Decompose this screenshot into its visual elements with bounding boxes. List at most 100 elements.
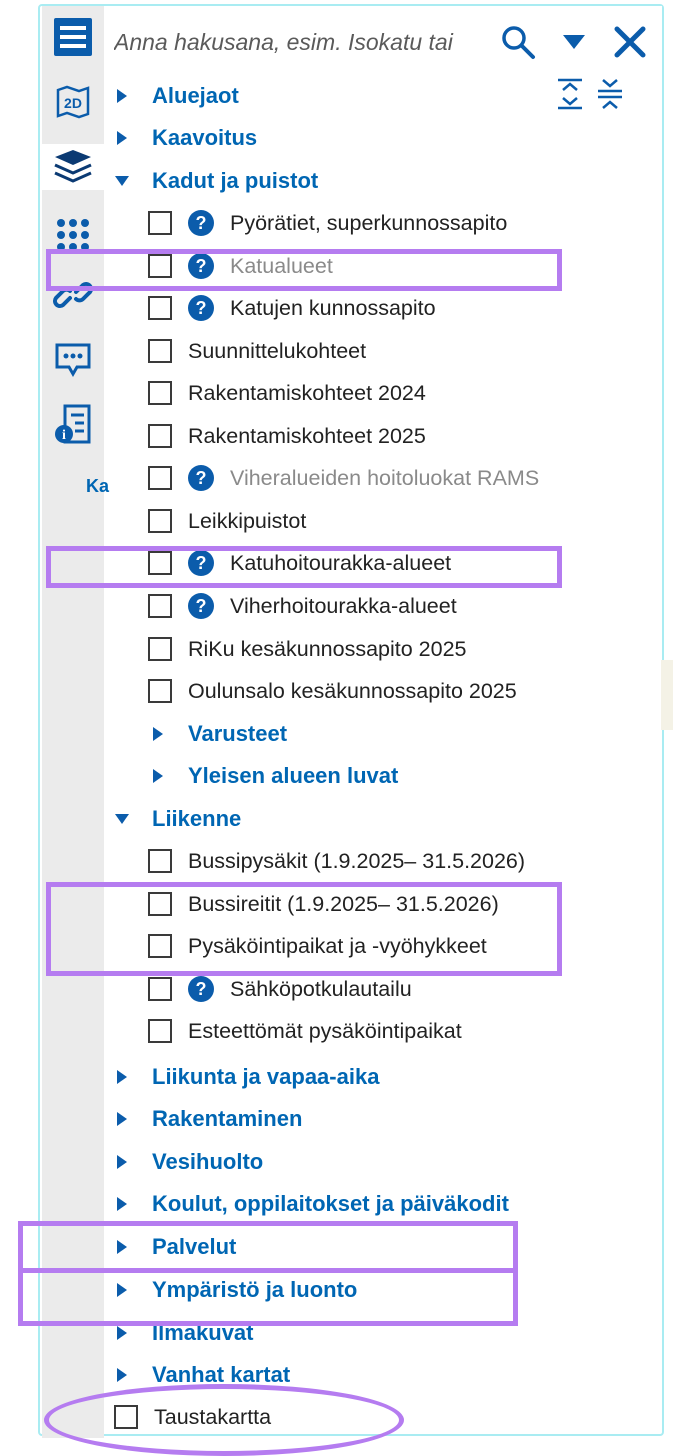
layer-checkbox[interactable] xyxy=(148,849,172,873)
layer-item[interactable]: Rakentamiskohteet 2024 xyxy=(148,375,426,411)
layer-label: Rakentamiskohteet 2024 xyxy=(188,380,426,405)
category-kadut-ja-puistot[interactable]: Kadut ja puistot xyxy=(112,163,318,199)
layer-label: Katualueet xyxy=(230,253,333,278)
caret-right-icon xyxy=(112,128,132,148)
category-ilmakuvat[interactable]: Ilmakuvat xyxy=(112,1315,254,1351)
collapse-all-icon xyxy=(598,79,622,109)
layer-item[interactable]: Esteettömät pysäköintipaikat xyxy=(148,1013,462,1049)
category-ymparisto[interactable]: Ympäristö ja luonto xyxy=(112,1272,357,1308)
layer-label: Rakentamiskohteet 2025 xyxy=(188,423,426,448)
layer-item[interactable]: ? Viherhoitourakka-alueet xyxy=(148,588,457,624)
info-button[interactable]: i xyxy=(42,402,104,448)
layer-label: Bussireitit (1.9.2025– 31.5.2026) xyxy=(188,891,499,916)
layer-item[interactable]: ? Viheralueiden hoitoluokat RAMS xyxy=(148,460,539,496)
close-icon xyxy=(614,26,646,58)
category-label: Rakentaminen xyxy=(152,1106,303,1131)
help-icon[interactable]: ? xyxy=(188,465,214,491)
layer-checkbox[interactable] xyxy=(148,934,172,958)
layer-checkbox[interactable] xyxy=(148,679,172,703)
help-icon[interactable]: ? xyxy=(188,253,214,279)
layer-label: Leikkipuistot xyxy=(188,508,307,533)
layer-item[interactable]: Rakentamiskohteet 2025 xyxy=(148,418,426,454)
layer-checkbox[interactable] xyxy=(148,211,172,235)
help-icon[interactable]: ? xyxy=(188,593,214,619)
category-koulut[interactable]: Koulut, oppilaitokset ja päiväkodit xyxy=(112,1186,509,1222)
layer-checkbox[interactable] xyxy=(148,551,172,575)
search-button[interactable] xyxy=(498,22,538,62)
layer-item[interactable]: RiKu kesäkunnossapito 2025 xyxy=(148,631,467,667)
layer-label: Sähköpotkulautailu xyxy=(230,976,412,1001)
layer-checkbox[interactable] xyxy=(148,637,172,661)
layer-label: Viherhoitourakka-alueet xyxy=(230,593,457,618)
help-icon[interactable]: ? xyxy=(188,210,214,236)
layer-checkbox[interactable] xyxy=(148,594,172,618)
layer-label: Esteettömät pysäköintipaikat xyxy=(188,1018,462,1043)
map-2d-button[interactable]: 2D xyxy=(42,78,104,124)
category-liikunta[interactable]: Liikunta ja vapaa-aika xyxy=(112,1059,379,1095)
help-icon[interactable]: ? xyxy=(188,550,214,576)
layer-item[interactable]: ? Sähköpotkulautailu xyxy=(148,971,412,1007)
layers-button[interactable] xyxy=(42,144,104,190)
tools-button[interactable] xyxy=(42,212,104,258)
category-vesihuolto[interactable]: Vesihuolto xyxy=(112,1144,263,1180)
subcategory-varusteet[interactable]: Varusteet xyxy=(148,716,287,752)
layer-item[interactable]: ? Katualueet xyxy=(148,248,333,284)
layer-item[interactable]: ? Pyörätiet, superkunnossapito xyxy=(148,205,507,241)
category-label: Kaavoitus xyxy=(152,125,258,150)
category-label: Vanhat kartat xyxy=(152,1362,291,1387)
category-vanhat-kartat[interactable]: Vanhat kartat xyxy=(112,1357,290,1393)
layer-label: Taustakartta xyxy=(154,1404,272,1429)
caret-right-icon xyxy=(112,1323,132,1343)
caret-down-icon xyxy=(112,171,132,191)
layer-checkbox[interactable] xyxy=(148,466,172,490)
link-icon xyxy=(53,282,93,308)
background-map-toggle[interactable]: Taustakartta xyxy=(114,1399,271,1435)
layer-item[interactable]: ? Katuhoitourakka-alueet xyxy=(148,545,451,581)
layer-checkbox[interactable] xyxy=(148,339,172,363)
layer-label: Pysäköintipaikat ja -vyöhykkeet xyxy=(188,933,487,958)
menu-button[interactable] xyxy=(42,14,104,60)
category-label: Aluejaot xyxy=(152,83,239,108)
layer-item[interactable]: Bussireitit (1.9.2025– 31.5.2026) xyxy=(148,886,499,922)
layer-checkbox[interactable] xyxy=(148,1019,172,1043)
layer-label: Oulunsalo kesäkunnossapito 2025 xyxy=(188,678,517,703)
feedback-button[interactable] xyxy=(42,336,104,382)
layer-checkbox[interactable] xyxy=(114,1405,138,1429)
help-icon[interactable]: ? xyxy=(188,976,214,1002)
caret-right-icon xyxy=(112,1280,132,1300)
caret-right-icon xyxy=(112,1237,132,1257)
caret-right-icon xyxy=(112,1365,132,1385)
category-label: Liikunta ja vapaa-aika xyxy=(152,1064,380,1089)
grid-dots-icon xyxy=(57,219,89,251)
category-aluejaot[interactable]: Aluejaot xyxy=(112,78,239,114)
subcategory-yleisen-alueen-luvat[interactable]: Yleisen alueen luvat xyxy=(148,758,398,794)
close-button[interactable] xyxy=(610,22,650,62)
expand-all-button[interactable] xyxy=(552,76,588,112)
search-input[interactable] xyxy=(114,26,496,58)
category-palvelut[interactable]: Palvelut xyxy=(112,1229,236,1265)
layer-label: Pyörätiet, superkunnossapito xyxy=(230,210,508,235)
category-rakentaminen[interactable]: Rakentaminen xyxy=(112,1101,302,1137)
layer-item[interactable]: ? Katujen kunnossapito xyxy=(148,290,436,326)
layer-checkbox[interactable] xyxy=(148,254,172,278)
layer-checkbox[interactable] xyxy=(148,509,172,533)
layer-checkbox[interactable] xyxy=(148,381,172,405)
layer-checkbox[interactable] xyxy=(148,424,172,448)
layer-item[interactable]: Suunnittelukohteet xyxy=(148,333,366,369)
help-icon[interactable]: ? xyxy=(188,295,214,321)
layer-item[interactable]: Leikkipuistot xyxy=(148,503,306,539)
link-button[interactable] xyxy=(42,272,104,318)
layer-checkbox[interactable] xyxy=(148,892,172,916)
layer-item[interactable]: Pysäköintipaikat ja -vyöhykkeet xyxy=(148,928,487,964)
search-icon xyxy=(502,26,535,59)
layer-label: Suunnittelukohteet xyxy=(188,338,367,363)
category-label: Ympäristö ja luonto xyxy=(152,1277,358,1302)
layer-item[interactable]: Oulunsalo kesäkunnossapito 2025 xyxy=(148,673,517,709)
layer-checkbox[interactable] xyxy=(148,296,172,320)
layer-item[interactable]: Bussipysäkit (1.9.2025– 31.5.2026) xyxy=(148,843,525,879)
search-options-button[interactable] xyxy=(556,24,592,60)
category-kaavoitus[interactable]: Kaavoitus xyxy=(112,120,257,156)
category-liikenne[interactable]: Liikenne xyxy=(112,801,241,837)
layer-checkbox[interactable] xyxy=(148,977,172,1001)
collapse-all-button[interactable] xyxy=(592,76,628,112)
